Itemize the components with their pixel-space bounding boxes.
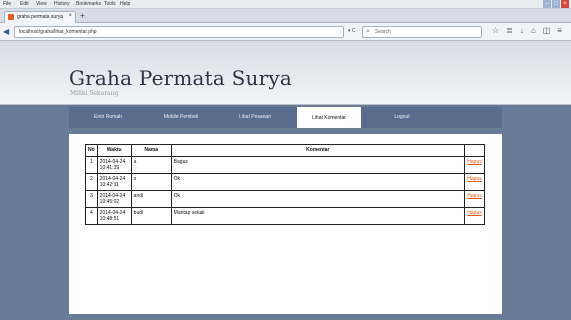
cell-komentar: Mantap sekali [170,207,466,225]
header-aksi [464,144,485,157]
cell-nama: andi [130,190,172,208]
cell-aksi: Hapus [464,190,485,208]
cell-aksi: Hapus [464,173,485,191]
nav-logout[interactable]: Logout [365,107,439,128]
cell-komentar: Ok [170,190,466,208]
bookmarks-list-icon[interactable]: ≣ [506,26,513,35]
cell-komentar: Ok [170,173,466,191]
table-header-row: No Waktu Nama Komentar [85,144,485,157]
menu-history[interactable]: History [54,1,70,7]
close-window-icon[interactable]: × [561,0,569,8]
favicon-icon [8,14,14,20]
cell-nama: s [130,173,172,191]
search-bar[interactable]: ⌕ Search [362,26,482,38]
tab-close-icon[interactable]: × [68,13,72,19]
home-icon[interactable]: ⌂ [531,26,536,35]
cell-waktu: 2014-04-24 10:42:11 [96,173,132,191]
table-row: 2 2014-04-24 10:42:11 s Ok Hapus [85,173,485,191]
reload-icon[interactable]: ▾ C [348,28,356,34]
hapus-link[interactable]: Hapus [467,176,481,182]
cell-aksi: Hapus [464,207,485,225]
cell-nama: a [130,156,172,174]
menu-edit[interactable]: Edit [20,1,29,7]
cell-aksi: Hapus [464,156,485,174]
toolbar-icons: ☆ ≣ ↓ ⌂ ◫ ≡ [492,26,562,35]
site-subtitle: Miliki Sekarang [70,90,119,97]
new-tab-button[interactable]: + [80,11,85,20]
search-icon: ⌕ [366,28,370,35]
hapus-link[interactable]: Hapus [467,210,481,216]
cell-no: 1 [85,156,98,174]
url-text: localhost/graha/lihat_komentar.php [19,29,97,35]
browser-navbar: ◀ localhost/graha/lihat_komentar.php ▾ C… [0,23,571,41]
menu-tools[interactable]: Tools [104,1,116,7]
window-controls: – □ × [543,0,569,9]
header-nama: Nama [130,144,172,157]
cell-waktu: 2014-04-24 10:48:51 [96,207,132,225]
cell-no: 3 [85,190,98,208]
bookmark-star-icon[interactable]: ☆ [492,26,499,35]
minimize-icon[interactable]: – [543,0,551,8]
back-arrow-icon[interactable]: ◀ [3,27,9,36]
site-header: Graha Permata Surya Miliki Sekarang [0,41,571,105]
hapus-link[interactable]: Hapus [467,193,481,199]
browser-tabbar: graha permata surya × + [0,9,571,23]
site-title: Graha Permata Surya [69,66,292,90]
hapus-link[interactable]: Hapus [467,159,481,165]
cell-no: 4 [85,207,98,225]
table-row: 4 2014-04-24 10:48:51 budi Mantap sekali… [85,207,485,225]
nav-entri-rumah[interactable]: Entri Rumah [69,107,147,128]
komentar-table: No Waktu Nama Komentar 1 2014-04-24 10:4… [85,144,485,225]
header-waktu: Waktu [96,144,132,157]
browser-tab[interactable]: graha permata surya × [4,11,76,23]
nav-lihat-pesanan[interactable]: Lihat Pesanan [215,107,295,128]
tab-title: graha permata surya [17,14,64,20]
cell-waktu: 2014-04-24 10:45:02 [96,190,132,208]
maximize-icon[interactable]: □ [552,0,560,8]
main-nav: Entri Rumah Mobile Pembeli Lihat Pesanan… [69,107,502,128]
menu-hamburger-icon[interactable]: ≡ [557,26,562,35]
download-icon[interactable]: ↓ [520,26,524,35]
table-row: 1 2014-04-24 10:41:39 a Bagus Hapus [85,156,485,174]
content-area: No Waktu Nama Komentar 1 2014-04-24 10:4… [69,128,502,320]
header-komentar: Komentar [170,144,466,157]
menu-view[interactable]: View [36,1,47,7]
browser-menubar: File Edit View History Bookmarks Tools H… [0,0,571,9]
url-bar[interactable]: localhost/graha/lihat_komentar.php [14,26,344,38]
menu-help[interactable]: Help [120,1,130,7]
cell-waktu: 2014-04-24 10:41:39 [96,156,132,174]
cell-nama: budi [130,207,172,225]
nav-lihat-komentar[interactable]: Lihat Komentar [297,107,361,128]
search-placeholder: Search [375,29,391,35]
header-no: No [85,144,98,157]
cell-komentar: Bagus [170,156,466,174]
nav-mobile-pembeli[interactable]: Mobile Pembeli [147,107,215,128]
table-row: 3 2014-04-24 10:45:02 andi Ok Hapus [85,190,485,208]
cell-no: 2 [85,173,98,191]
addon-icon[interactable]: ◫ [543,26,551,35]
menu-bookmarks[interactable]: Bookmarks [76,1,101,7]
menu-file[interactable]: File [3,1,11,7]
content-panel: No Waktu Nama Komentar 1 2014-04-24 10:4… [69,134,502,314]
